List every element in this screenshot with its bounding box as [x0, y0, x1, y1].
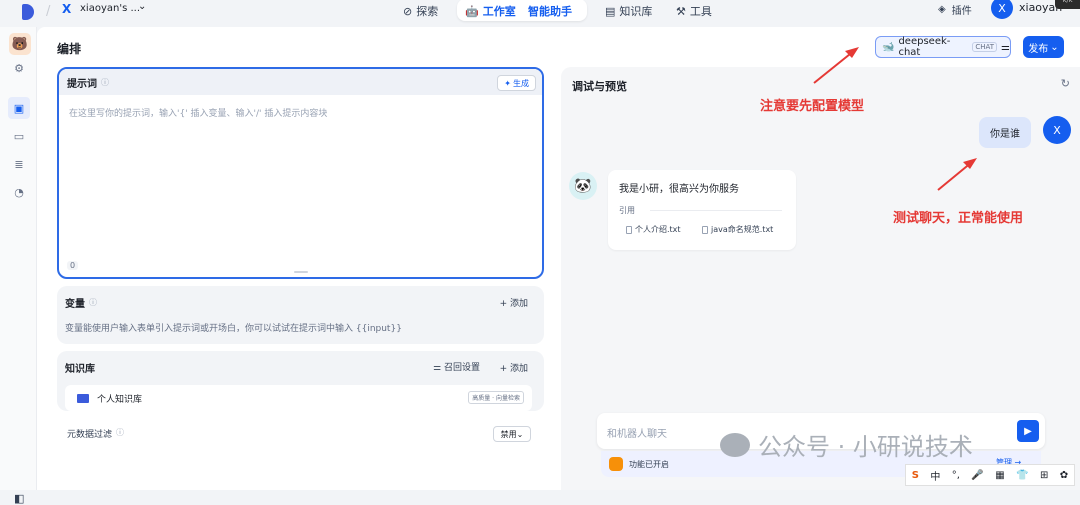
- watermark: 公众号 · 小研说技术: [720, 427, 973, 462]
- hammer-icon: ⚒: [676, 4, 686, 18]
- annotation-chat-note: 测试聊天，正常能使用: [893, 211, 1024, 226]
- user-avatar[interactable]: X: [991, 0, 1013, 19]
- nav-studio[interactable]: 🤖 工作室: [465, 1, 516, 21]
- grid-icon[interactable]: ⊞: [1040, 470, 1048, 481]
- compass-icon: ⊘: [403, 4, 413, 18]
- workspace-icon[interactable]: X: [62, 2, 71, 16]
- ime-toolbar: S 中 °, 🎤 ▦ 👕 ⊞ ✿: [905, 464, 1075, 486]
- nav-assistant[interactable]: 智能助手: [528, 1, 572, 21]
- nav-plugins[interactable]: ◈ 插件: [938, 2, 972, 17]
- sidebar-monitor-icon[interactable]: ◔: [11, 184, 27, 200]
- nav-knowledge[interactable]: ▤ 知识库: [605, 1, 652, 21]
- cube-icon: ◈: [938, 4, 946, 15]
- annotation-arrows: [813, 47, 977, 191]
- ime-lang[interactable]: 中: [930, 468, 940, 483]
- wechat-icon: [720, 432, 750, 457]
- workspace-name[interactable]: xiaoyan's ...: [80, 3, 140, 14]
- nav-tools[interactable]: ⚒ 工具: [676, 1, 712, 21]
- sidebar-logs-icon[interactable]: ≣: [11, 156, 27, 172]
- ime-logo-icon[interactable]: S: [912, 470, 919, 481]
- settings-sliders-icon[interactable]: ⚙: [11, 60, 27, 76]
- nav-explore[interactable]: ⊘ 探索: [403, 1, 438, 21]
- sidebar-terminal-icon[interactable]: ▭: [11, 128, 27, 144]
- main-area: 编排 🐋 deepseek-chat CHAT ⚌ 发布 ⌄ 提示词 ⓘ ✦ 生成 在…: [37, 27, 1080, 490]
- breadcrumb-separator: /: [46, 4, 51, 19]
- left-sidebar: 🐻 ⚙ ▣ ▭ ≣ ◔ ◧: [0, 27, 37, 505]
- keyboard-icon[interactable]: ▦: [995, 470, 1004, 481]
- corner-badge: K/K: [1055, 0, 1080, 9]
- app-avatar-icon[interactable]: 🐻: [9, 33, 31, 55]
- book-icon: ▤: [605, 4, 616, 18]
- flower-icon[interactable]: ✿: [1060, 470, 1068, 481]
- panel-toggle-icon[interactable]: ◧: [14, 492, 24, 505]
- app-logo[interactable]: [22, 4, 34, 20]
- annotation-model-note: 注意要先配置模型: [760, 99, 865, 114]
- chevron-down-icon[interactable]: ⌄: [138, 1, 146, 12]
- sidebar-orchestrate-icon[interactable]: ▣: [8, 97, 30, 119]
- robot-icon: 🤖: [465, 4, 479, 18]
- mic-icon[interactable]: 🎤: [971, 470, 983, 481]
- ime-punct-icon[interactable]: °,: [952, 470, 960, 481]
- top-navigation: / X xiaoyan's ... ⌄ ⊘ 探索 🤖 工作室 智能助手 ▤ 知识库 ⚒…: [0, 0, 1080, 27]
- skin-icon[interactable]: 👕: [1016, 470, 1028, 481]
